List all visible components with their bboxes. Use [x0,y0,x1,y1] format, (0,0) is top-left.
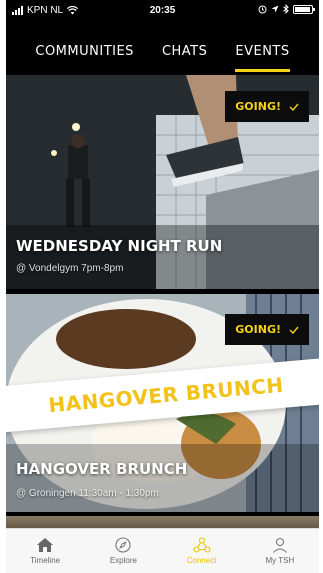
battery-icon [293,4,315,14]
tab-communities[interactable]: COMMUNITIES [35,44,134,72]
tab-events[interactable]: EVENTS [235,44,290,72]
checkmark-icon [289,326,299,334]
bluetooth-icon [283,4,289,14]
status-right [258,4,315,14]
app-screen: KPN NL 20:35 COMMUNITIES CHATS EVENTS GO… [6,0,319,573]
nav-connect[interactable]: Connect [163,529,241,573]
top-tabs: COMMUNITIES CHATS EVENTS [6,44,319,72]
location-arrow-icon [271,5,279,13]
going-label: GOING! [235,323,281,336]
status-bar: KPN NL 20:35 [6,0,319,20]
event-card-hangover-brunch[interactable]: HANGOVER BRUNCH GOING! HANGOVER BRUNCH @… [6,294,319,512]
event-card-night-run[interactable]: GOING! WEDNESDAY NIGHT RUN @ Vondelgym 7… [6,75,319,289]
alarm-icon [258,5,267,13]
nav-my-tsh[interactable]: My TSH [241,529,319,573]
nav-explore-label: Explore [109,556,137,565]
going-status-button[interactable]: GOING! [225,91,309,122]
event-title: WEDNESDAY NIGHT RUN [16,237,223,255]
nav-timeline[interactable]: Timeline [6,529,84,573]
bottom-nav: Timeline Explore Connect My TSH [6,528,319,573]
event-location-time: @ Vondelgym 7pm-8pm [16,263,124,274]
compass-icon [115,537,131,553]
going-label: GOING! [235,100,281,113]
event-title: HANGOVER BRUNCH [16,460,188,478]
nav-explore[interactable]: Explore [84,529,162,573]
nav-timeline-label: Timeline [30,556,61,565]
going-status-button[interactable]: GOING! [225,314,309,345]
connect-icon [193,537,211,553]
event-location-time: @ Groningen 11:30am - 1:30pm [16,488,159,499]
tab-chats[interactable]: CHATS [162,44,207,72]
nav-connect-label: Connect [186,556,217,565]
nav-my-tsh-label: My TSH [265,556,295,565]
person-icon [272,537,287,553]
banner-text: HANGOVER BRUNCH [47,372,285,418]
checkmark-icon [289,103,299,111]
home-icon [37,538,54,552]
